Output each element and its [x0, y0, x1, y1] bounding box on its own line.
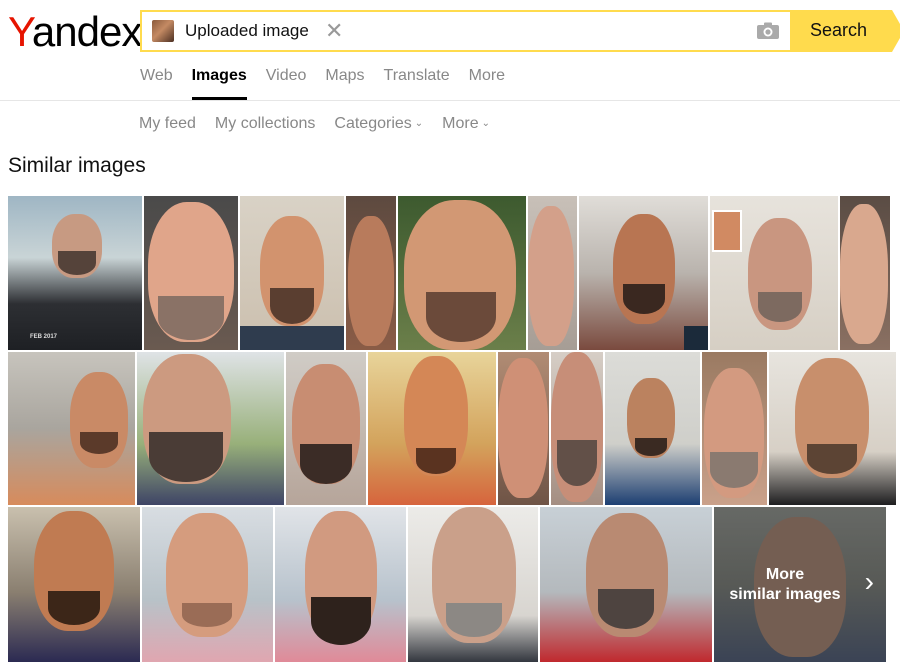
image-thumbnail[interactable]	[8, 352, 135, 505]
image-thumbnail[interactable]	[540, 507, 712, 662]
image-thumbnail[interactable]	[286, 352, 366, 505]
face-shape	[348, 216, 394, 346]
image-thumbnail[interactable]	[408, 507, 538, 662]
subnav-my-collections-label: My collections	[214, 115, 316, 132]
image-thumbnail[interactable]	[840, 196, 890, 350]
subnav-my-collections[interactable]: My collections	[215, 115, 315, 133]
subnav-my-feed[interactable]: My feed	[139, 115, 196, 133]
beard-shape	[48, 591, 100, 625]
yandex-logo[interactable]: Yandex	[8, 8, 142, 56]
beard-shape	[158, 296, 224, 340]
image-thumbnail[interactable]	[769, 352, 896, 505]
close-icon[interactable]: ✕	[325, 18, 343, 44]
search-bar: Uploaded image ✕ Search	[140, 10, 900, 52]
face-shape	[840, 204, 888, 344]
face-shape	[498, 358, 548, 498]
image-thumbnail[interactable]	[579, 196, 708, 350]
image-row-3: More similar images ›	[8, 507, 886, 662]
image-thumbnail[interactable]	[710, 196, 838, 350]
beard-shape	[300, 444, 352, 484]
image-thumbnail[interactable]	[240, 196, 344, 350]
image-thumbnail[interactable]	[275, 507, 406, 662]
image-thumbnail[interactable]	[8, 507, 140, 662]
search-input[interactable]: Uploaded image ✕	[140, 10, 792, 52]
tab-translate[interactable]: Translate	[384, 66, 450, 100]
search-button-label: Search	[810, 20, 868, 40]
beard-shape	[710, 452, 758, 488]
section-title: Similar images	[8, 154, 146, 177]
search-button[interactable]: Search	[790, 10, 900, 52]
wall-picture	[712, 210, 742, 252]
image-thumbnail[interactable]	[498, 352, 549, 505]
face-shape	[528, 206, 574, 346]
beard-shape	[807, 444, 857, 474]
beard-shape	[426, 292, 496, 342]
image-thumbnail[interactable]	[368, 352, 496, 505]
tab-video[interactable]: Video	[266, 66, 307, 100]
chevron-right-icon: ›	[864, 566, 874, 597]
tab-more[interactable]: More	[469, 66, 505, 100]
beard-shape	[446, 603, 502, 637]
beard-shape	[598, 589, 654, 629]
subnav-my-feed-label: My feed	[139, 115, 196, 132]
beard-shape	[623, 284, 665, 314]
subnav-categories[interactable]: Categories ⌄	[334, 115, 423, 133]
beard-shape	[58, 251, 96, 275]
date-stamp: FEB 2017	[30, 334, 58, 340]
more-label-line1: More	[765, 566, 805, 583]
beard-shape	[416, 448, 456, 474]
beard-shape	[149, 432, 223, 482]
shirt-shape	[240, 326, 344, 350]
service-tabs: Web Images Video Maps Translate More	[140, 66, 524, 100]
image-thumbnail[interactable]	[137, 352, 284, 505]
tab-maps[interactable]: Maps	[325, 66, 364, 100]
image-row-1: FEB 2017	[8, 196, 890, 350]
chevron-down-icon: ⌄	[481, 118, 491, 129]
image-thumbnail[interactable]	[605, 352, 700, 505]
image-row-2	[8, 352, 896, 505]
beard-shape	[270, 288, 314, 324]
image-thumbnail[interactable]	[551, 352, 603, 505]
beard-shape	[635, 438, 667, 456]
image-thumbnail[interactable]	[528, 196, 577, 350]
more-similar-tile[interactable]: More similar images ›	[714, 507, 886, 662]
image-thumbnail[interactable]	[398, 196, 526, 350]
beard-shape	[557, 440, 597, 486]
tab-web[interactable]: Web	[140, 66, 173, 100]
image-thumbnail[interactable]	[346, 196, 396, 350]
uploaded-image-label: Uploaded image	[185, 21, 309, 40]
images-subnav: My feed My collections Categories ⌄ More ⌄	[139, 115, 509, 133]
image-thumbnail[interactable]	[142, 507, 273, 662]
uploaded-image-thumbnail	[152, 20, 174, 42]
beard-shape	[311, 597, 371, 645]
beard-shape	[758, 292, 802, 322]
logo-letters: andex	[31, 8, 142, 55]
image-thumbnail[interactable]	[702, 352, 767, 505]
tab-images[interactable]: Images	[191, 66, 247, 100]
more-label-line2: similar images	[729, 586, 841, 603]
subnav-more[interactable]: More ⌄	[442, 115, 490, 133]
beard-shape	[80, 432, 118, 454]
image-thumbnail[interactable]: FEB 2017	[8, 196, 142, 350]
chevron-down-icon: ⌄	[414, 118, 424, 129]
image-thumbnail[interactable]	[144, 196, 238, 350]
camera-icon[interactable]	[756, 22, 780, 40]
more-similar-label: More similar images	[714, 565, 856, 605]
subnav-categories-label: Categories	[334, 115, 412, 132]
header-divider	[0, 100, 900, 101]
beard-shape	[182, 603, 232, 627]
subnav-more-label: More	[442, 115, 479, 132]
app-badge	[684, 326, 708, 350]
logo-letter-y: Y	[8, 8, 33, 55]
